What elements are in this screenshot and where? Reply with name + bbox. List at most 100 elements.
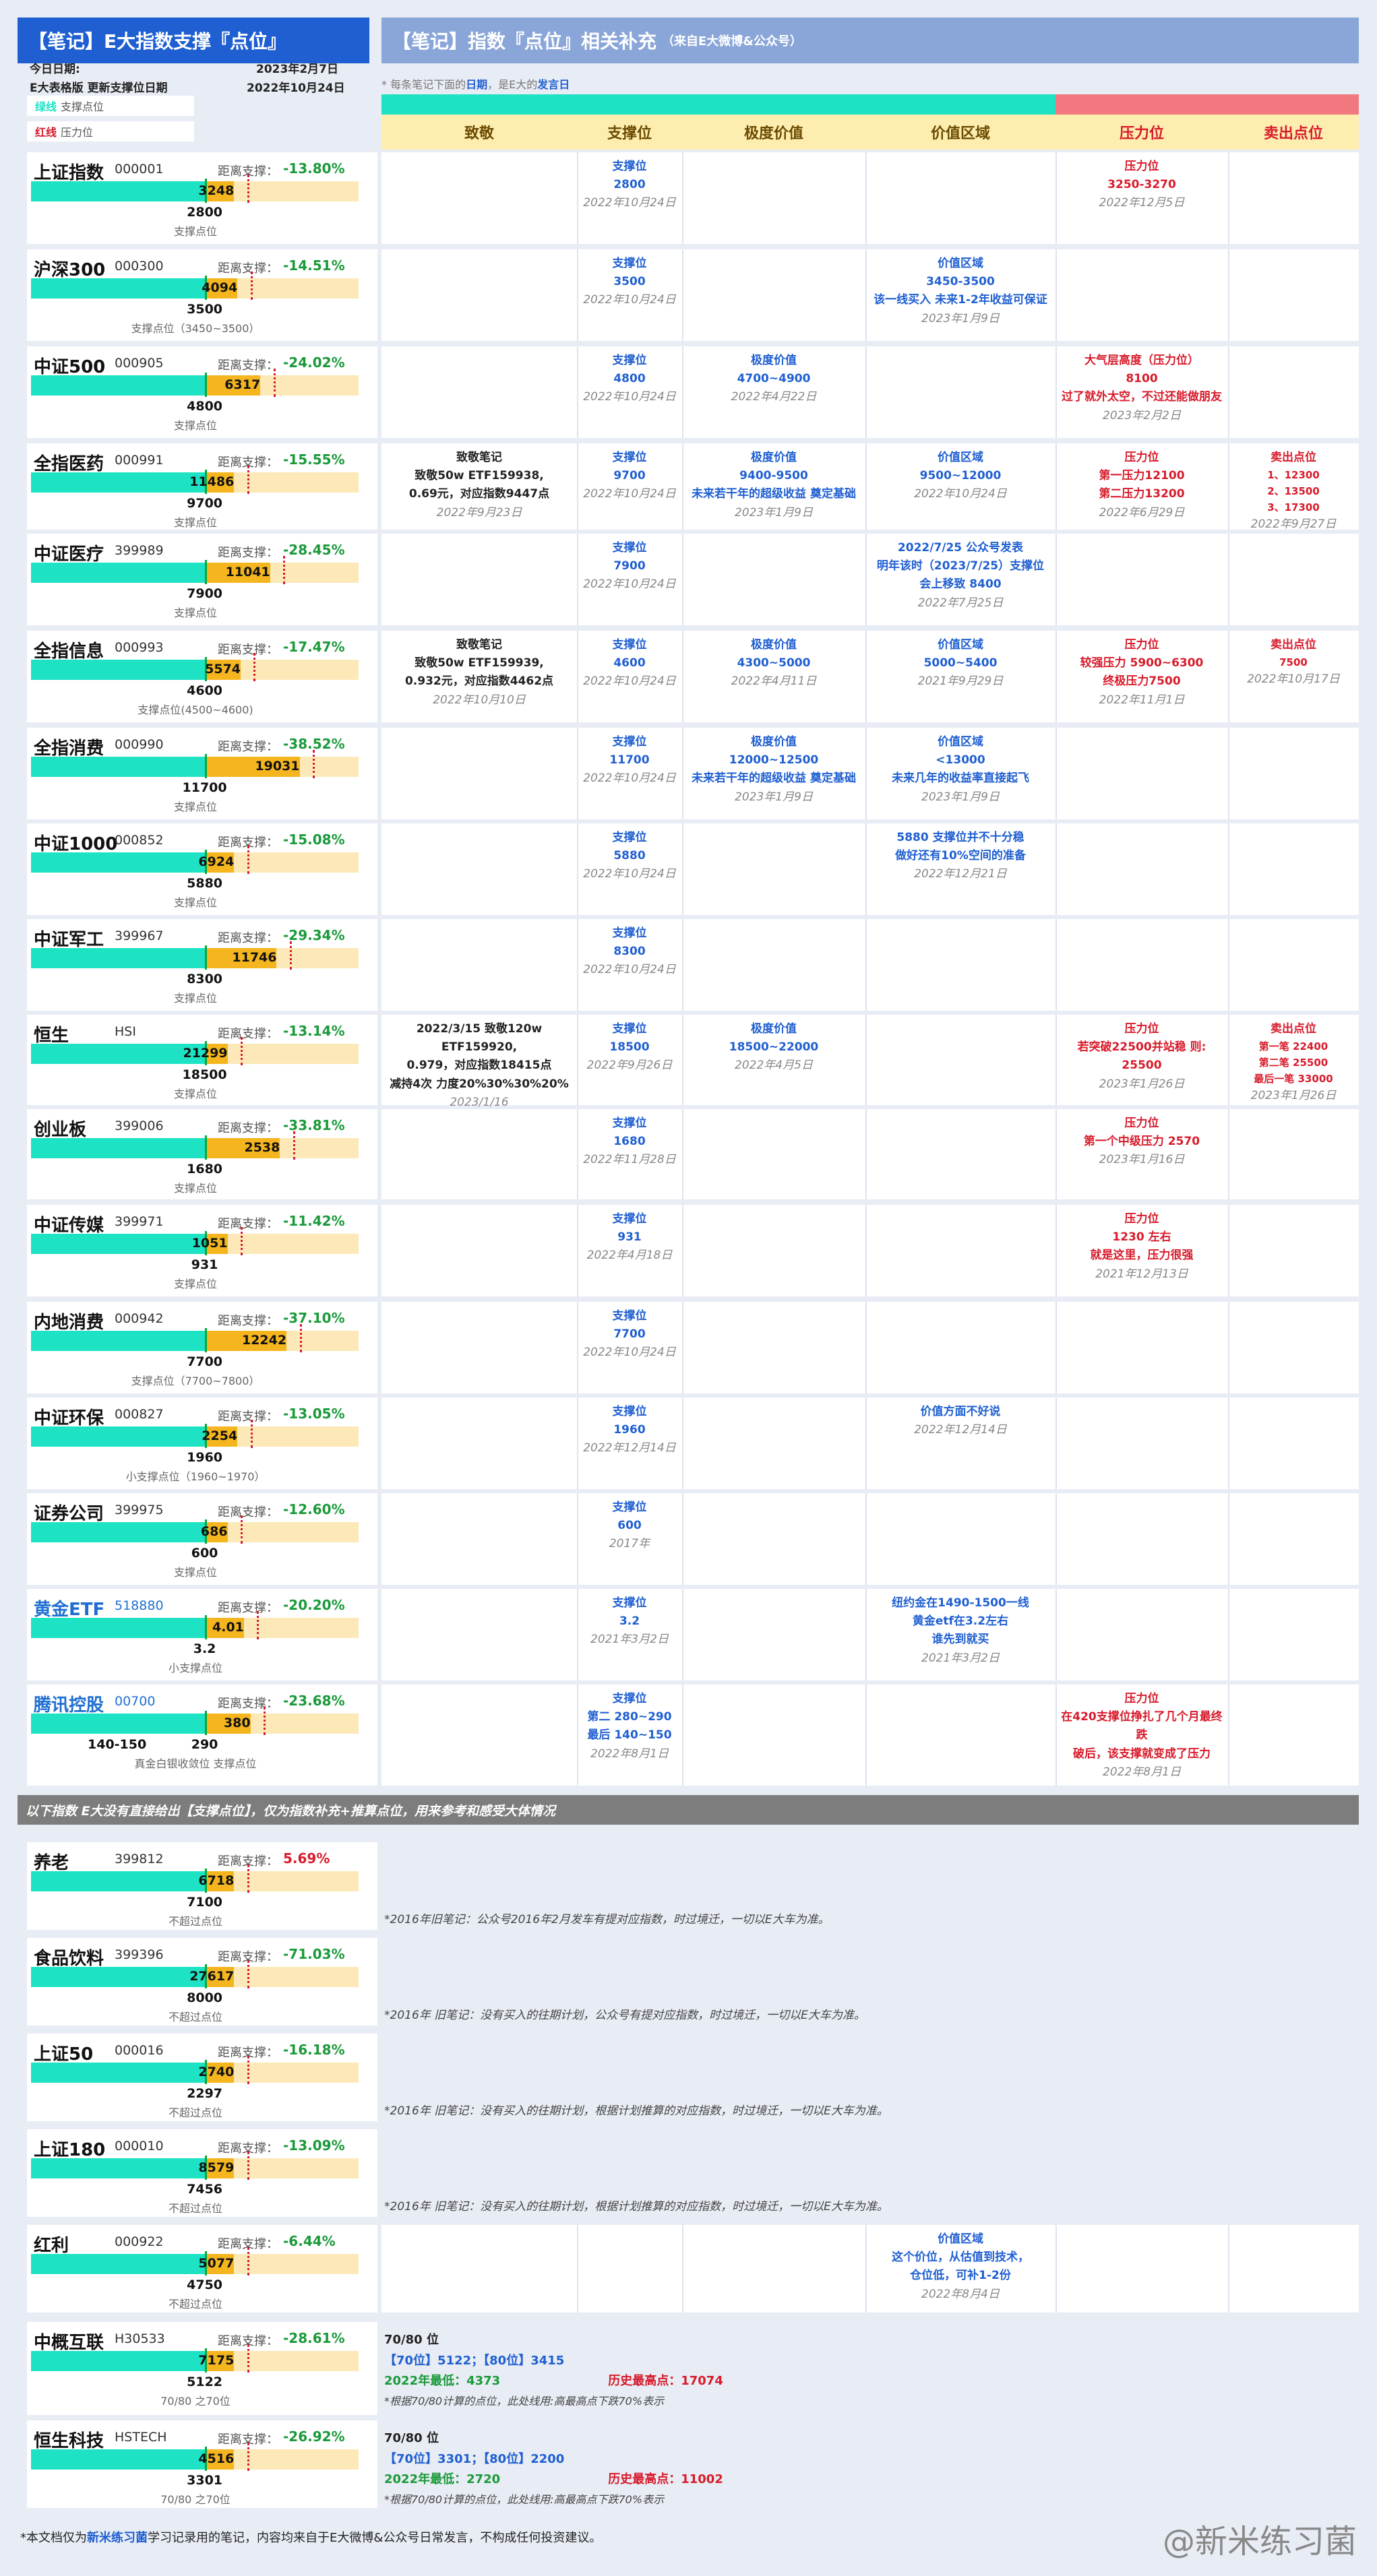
col-divider (1055, 1205, 1057, 1296)
support-label: 支撑点位 (173, 1278, 217, 1290)
support-marker (204, 754, 207, 778)
cell-line: 卖出点位 (1271, 451, 1316, 464)
col-divider (1228, 346, 1229, 438)
col-divider (865, 1205, 867, 1296)
index-code: HSTECH (115, 2430, 167, 2445)
index-name: 中概互联 (34, 2333, 104, 2353)
index-code: 000905 (115, 356, 164, 371)
seventy-note: *根据70/80计算的点位，此处线用:高最高点下跌70%表示 (384, 2394, 665, 2408)
distance-percent: -13.14% (283, 1023, 345, 1039)
cell-支撑位: 支撑位 9700 2022年10月24日 (577, 449, 682, 504)
watermark: @新米练习菌 (1162, 2523, 1357, 2561)
cell-line: 致敬笔记 (456, 638, 502, 652)
cell-line: 2023年1月9日 (921, 311, 1000, 325)
col-divider (1228, 1493, 1229, 1585)
row-note: *2016年 旧笔记：没有买入的往期计划，根据计划推算的对应指数，时过境迁，一切… (384, 2200, 888, 2213)
cell-支撑位: 支撑位 600 2017年 (577, 1499, 682, 1554)
distance-label: 距离支撑： (218, 358, 278, 373)
row-card-12: 内地消费 000942 距离支撑： -37.10% 7700 12242 支撑点位（7700… (27, 1302, 377, 1393)
cell-line: 支撑位 (612, 354, 647, 367)
seventy-eighty-block: 70/80 位【70位】5122；【80位】3415 2022年最低：4373 历史… (384, 2330, 723, 2410)
pressure-marker (247, 1864, 249, 1893)
col-divider (1055, 1685, 1057, 1786)
left-title: 【笔记】E大指数支撑『点位』 (18, 18, 369, 63)
cell-line: 5880 支撑位并不十分稳 (896, 831, 1024, 844)
col-divider (577, 1109, 578, 1199)
index-code: 399989 (115, 543, 164, 558)
cell-line: 压力位 (1124, 451, 1159, 464)
cell-line: 致敬50w ETF159938, (415, 469, 544, 483)
pressure-marker (289, 941, 292, 970)
distance-label: 距离支撑： (218, 1121, 278, 1135)
low-high-line: 2022年最低：2720 历史最高点：11002 (384, 2470, 723, 2490)
hint-a: * 每条笔记下面的 (381, 78, 466, 91)
support-value: 600 (191, 1546, 218, 1561)
cell-line: 支撑位 (612, 926, 647, 940)
hint-c: ，是E大的 (487, 78, 538, 91)
index-code: 399006 (115, 1119, 164, 1133)
footer-a: *本文档仅为 (20, 2531, 87, 2545)
support-fill (31, 1618, 205, 1638)
row-card-10: 创业板 399006 距离支撑： -33.81% 1680 2538 支撑点位 (27, 1109, 377, 1199)
index-code: 000990 (115, 737, 164, 752)
support-label: 支撑点位 (173, 896, 217, 909)
col-divider (1228, 1109, 1229, 1199)
pressure-marker (299, 1324, 302, 1352)
cell-支撑位: 支撑位 4600 2022年10月24日 (577, 636, 682, 691)
row-note: *2016年 旧笔记：没有买入的往期计划，根据计划推算的对应指数，时过境迁，一切… (384, 2104, 888, 2118)
index-code: 00700 (115, 1694, 156, 1709)
cell-line: 2022年10月24日 (583, 867, 676, 881)
high-value: 11002 (681, 2472, 723, 2487)
pressure-marker (253, 653, 256, 681)
progress-bar (31, 556, 359, 584)
col-divider (865, 728, 867, 819)
current-value: 2538 (244, 1140, 280, 1155)
index-name: 中证医疗 (34, 544, 104, 565)
cell-支撑位: 支撑位 2800 2022年10月24日 (577, 158, 682, 213)
date-hint: * 每条笔记下面的日期，是E大的发言日 (381, 75, 570, 92)
extra-grid: 价值区域 这个价位，从估值到技术， 仓位低，可补1-2份 2022年8月4日 (381, 2225, 1359, 2313)
current-value: 4.01 (212, 1620, 244, 1635)
cell-压力位: 压力位 在420支撑位挣扎了几个月最终跌 破后，该支撑就变成了压力 2022年8月1日 (1055, 1690, 1228, 1782)
row-grid-3: 致敬笔记 致敬50w ETF159938, 0.69元，对应指数9447点 2022年… (381, 443, 1359, 531)
cell-line: 极度价值 (751, 451, 797, 464)
support-color-strip (381, 94, 1055, 115)
cell-line: 2022年8月4日 (921, 2287, 1000, 2301)
cell-line: 在420支撑位挣扎了几个月最终跌 (1061, 1710, 1223, 1742)
cell-line: 会上移致 8400 (919, 577, 1002, 592)
cell-line: 9700 (613, 469, 646, 483)
support-value: 2800 (187, 205, 223, 220)
distance-label: 距离支撑： (218, 1410, 278, 1424)
index-name: 创业板 (34, 1120, 87, 1140)
pressure-marker (250, 272, 253, 300)
distance-percent: -24.02% (283, 354, 345, 371)
current-value: 11041 (225, 565, 270, 579)
distance-percent: -37.10% (283, 1310, 345, 1326)
row-grid-7: 支撑位 5880 2022年10月24日 5880 支撑位并不十分稳 做好还有10%空间… (381, 823, 1359, 915)
cell-line: 931 (617, 1230, 642, 1245)
index-name: 中证1000 (34, 834, 118, 854)
distance-percent: -17.47% (283, 639, 345, 655)
pressure-marker (247, 846, 249, 874)
distance-label: 距离支撑： (218, 1601, 278, 1615)
cell-line: 5000~5400 (923, 656, 998, 670)
cell-极度价值: 极度价值 12000~12500 未来若干年的超级收益 奠定基础 2023年1月9日 (682, 733, 865, 807)
cell-压力位: 压力位 1230 左右 就是这里，压力很强 2021年12月13日 (1055, 1210, 1228, 1284)
pressure-marker (247, 466, 249, 494)
col-divider (1055, 1302, 1057, 1393)
col-divider (682, 1589, 683, 1680)
cell-line: 18500 (609, 1040, 650, 1055)
row-grid-9: 2022/3/15 致敬120w ETF159920, 0.979，对应指数184… (381, 1015, 1359, 1109)
index-name: 上证指数 (34, 163, 104, 183)
cell-line: 2022年10月24日 (583, 293, 676, 307)
col-divider (577, 249, 578, 341)
col-divider (865, 919, 867, 1011)
col-divider (577, 728, 578, 819)
support-label: 不超过点位 (168, 2106, 222, 2119)
support-value: 4800 (187, 399, 223, 414)
cell-line: 3500 (613, 275, 646, 289)
cell-line: 2021年3月2日 (921, 1651, 1000, 1665)
col-divider (577, 631, 578, 722)
cell-致敬: 2022/3/15 致敬120w ETF159920, 0.979，对应指数184… (381, 1020, 577, 1112)
support-fill (31, 563, 205, 583)
